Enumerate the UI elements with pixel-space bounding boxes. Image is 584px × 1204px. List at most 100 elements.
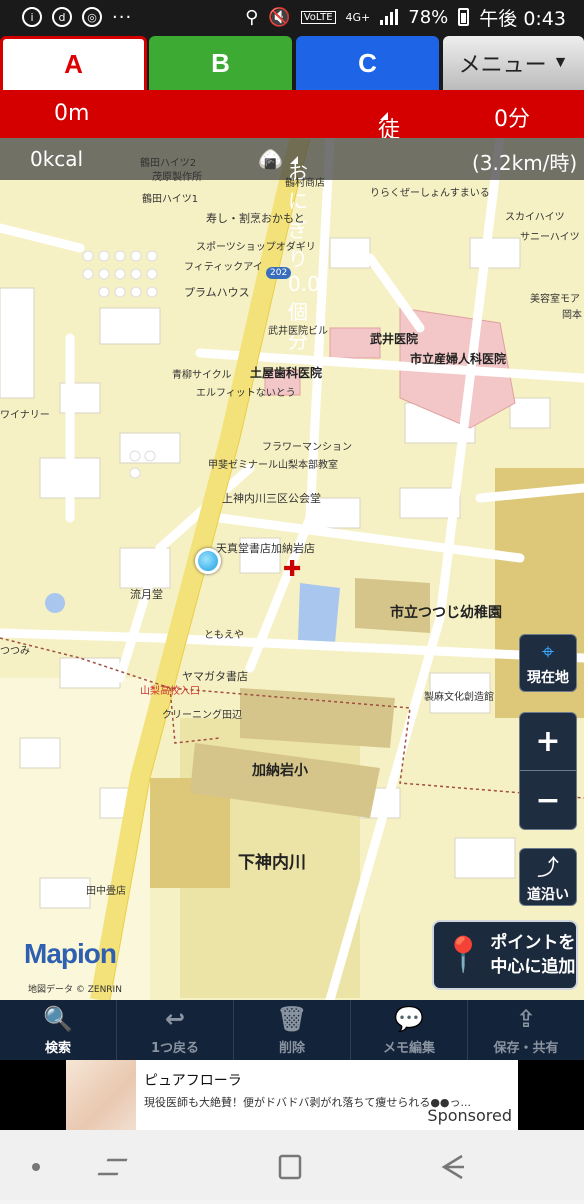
- search-label: 検索: [44, 1040, 71, 1056]
- memo-edit-button[interactable]: 💬 メモ編集: [351, 1000, 468, 1060]
- info-icon: i: [22, 7, 42, 27]
- caret-down-icon: ▼: [552, 54, 569, 71]
- map-label: フラワーマンション: [262, 442, 352, 453]
- map-label: サニーハイツ: [520, 232, 580, 243]
- location-icon: ⚲: [245, 6, 259, 28]
- undo-button[interactable]: ↩ 1つ戻る: [117, 1000, 234, 1060]
- volte-icon: VoLTE: [300, 10, 336, 24]
- back-gesture-button[interactable]: [100, 1140, 150, 1190]
- map-label: 茂原製作所: [152, 172, 202, 183]
- map-label: 武井医院: [370, 332, 419, 346]
- mapion-logo: Mapion: [24, 938, 117, 969]
- tab-b[interactable]: B: [149, 36, 292, 90]
- time-value: 0分: [494, 107, 530, 132]
- zoom-out-button[interactable]: −: [519, 771, 577, 829]
- map-label: 甲斐ゼミナール山梨本部教室: [208, 460, 338, 471]
- map-label: ワイナリー: [0, 410, 50, 421]
- current-location-label: 現在地: [527, 669, 569, 686]
- dropdown-corner-icon: [380, 112, 388, 120]
- route-tabs: A B C メニュー ▼: [0, 34, 584, 90]
- trash-icon: 🗑: [276, 1004, 308, 1033]
- add-point-line1: ポイントを: [490, 933, 576, 953]
- menu-label: メニュー: [458, 52, 547, 77]
- map-label: 美容室モア: [530, 294, 580, 305]
- map-label: エルフィットないとう: [196, 388, 296, 399]
- map-label: 市立産婦人科医院: [410, 352, 507, 366]
- more-notifications-icon: ···: [112, 6, 133, 28]
- ad-banner[interactable]: ピュアフローラ 現役医師も大絶賛！便がドバドバ剥がれ落ちて痩せられる●●っ...…: [0, 1060, 584, 1130]
- dropdown-corner-icon: [290, 156, 298, 164]
- map-label: 市立つつじ幼稚園: [390, 605, 502, 621]
- menu-button[interactable]: メニュー ▼: [443, 36, 584, 90]
- map-label: 武井医院ビル: [268, 326, 328, 337]
- map-label: 田中畳店: [86, 886, 126, 897]
- undo-icon: ↩: [164, 1004, 186, 1033]
- calorie-value: 0kcal: [30, 147, 84, 171]
- map-label: 上神内川三区公会堂: [222, 492, 321, 505]
- battery-icon: [458, 8, 470, 26]
- map-label: フィティックアイ: [184, 262, 263, 273]
- map-view[interactable]: 0kcal 🍙 おにぎり 0.0 個分 (3.2km/時) 鶴田ハイツ2 茂原製…: [0, 138, 584, 1000]
- map-label: 天真堂書店加納岩店: [216, 542, 315, 555]
- tab-c[interactable]: C: [296, 36, 439, 90]
- delete-label: 削除: [278, 1040, 305, 1056]
- map-label: 加納岩小: [252, 763, 308, 779]
- add-point-line2: 中心に追加: [490, 957, 576, 977]
- battery-percent: 78%: [408, 6, 449, 28]
- ad-card[interactable]: ピュアフローラ 現役医師も大絶賛！便がドバドバ剥がれ落ちて痩せられる●●っ...…: [66, 1060, 518, 1130]
- delete-button[interactable]: 🗑 削除: [234, 1000, 351, 1060]
- recent-apps-button[interactable]: [10, 1140, 60, 1190]
- save-share-label: 保存・共有: [493, 1040, 559, 1056]
- chevron-right-icon[interactable]: ›: [498, 1082, 508, 1110]
- map-label: 流月堂: [130, 588, 163, 601]
- map-pin-icon: 📍: [442, 935, 485, 975]
- map-label: つつみ: [0, 646, 30, 657]
- save-share-button[interactable]: ⇪ 保存・共有: [468, 1000, 584, 1060]
- speech-bubble-icon: 💬: [394, 1004, 424, 1033]
- undo-label: 1つ戻る: [150, 1040, 200, 1056]
- zoom-in-button[interactable]: +: [519, 713, 577, 771]
- map-label: ともえや: [204, 630, 244, 641]
- route-202-badge: 202: [266, 267, 292, 279]
- map-label: スポーツショップオダギリ: [196, 242, 316, 253]
- current-location-button[interactable]: ⌖ 現在地: [519, 634, 577, 692]
- distance-value: 0m: [54, 101, 90, 126]
- system-nav-bar: [0, 1130, 584, 1200]
- tab-a[interactable]: A: [0, 36, 147, 90]
- map-label: 鶴田ハイツ1: [142, 194, 199, 205]
- map-label: 寿し・割烹おかもと: [206, 212, 305, 225]
- map-label: 山梨高校入口: [140, 686, 200, 697]
- map-center-crosshair-icon: ✚: [283, 557, 302, 582]
- trend-line-icon: ⤴: [536, 856, 559, 881]
- memo-edit-label: メモ編集: [382, 1040, 435, 1056]
- ad-image: [66, 1060, 136, 1130]
- zoom-control: + −: [519, 712, 577, 830]
- network-label: 4G+: [345, 10, 371, 24]
- map-label: りらくぜーしょんすまいる: [370, 188, 490, 199]
- map-label: 鶴田ハイツ2: [140, 158, 197, 169]
- add-point-center-button[interactable]: 📍 ポイントを中心に追加: [432, 920, 578, 990]
- d-app-icon: d: [52, 7, 72, 27]
- map-label: クリーニング田辺: [162, 710, 242, 721]
- route-summary-bar: 0m 徒歩 0分: [0, 90, 584, 175]
- along-road-button[interactable]: ⤴ 道沿い: [519, 848, 577, 906]
- map-label: プラムハウス: [184, 286, 250, 299]
- map-copyright: 地図データ © ZENRIN: [28, 985, 122, 995]
- onigiri-icon: 🍙: [258, 147, 283, 171]
- clock: 午後 0:43: [479, 7, 566, 30]
- home-button[interactable]: [265, 1140, 315, 1190]
- back-button[interactable]: [430, 1140, 480, 1190]
- map-label: 製麻文化創造館: [424, 692, 494, 703]
- search-button[interactable]: 🔍 検索: [0, 1000, 117, 1060]
- along-road-label: 道沿い: [527, 887, 569, 903]
- crosshair-icon: ⌖: [541, 639, 555, 665]
- mute-icon: 🔇: [268, 6, 291, 28]
- status-bar: i d ◎ ··· ⚲ 🔇 VoLTE 4G+ 78% 午後 0:43: [0, 0, 584, 34]
- map-label: 青柳サイクル: [172, 370, 232, 381]
- map-label: 下神内川: [238, 853, 306, 873]
- sync-icon: ◎: [82, 7, 102, 27]
- walking-speed: (3.2km/時): [472, 151, 578, 175]
- ad-title: ピュアフローラ: [144, 1073, 242, 1089]
- map-label: 鶴村商店: [285, 178, 325, 189]
- bottom-toolbar: 🔍 検索 ↩ 1つ戻る 🗑 削除 💬 メモ編集 ⇪ 保存・共有: [0, 1000, 584, 1060]
